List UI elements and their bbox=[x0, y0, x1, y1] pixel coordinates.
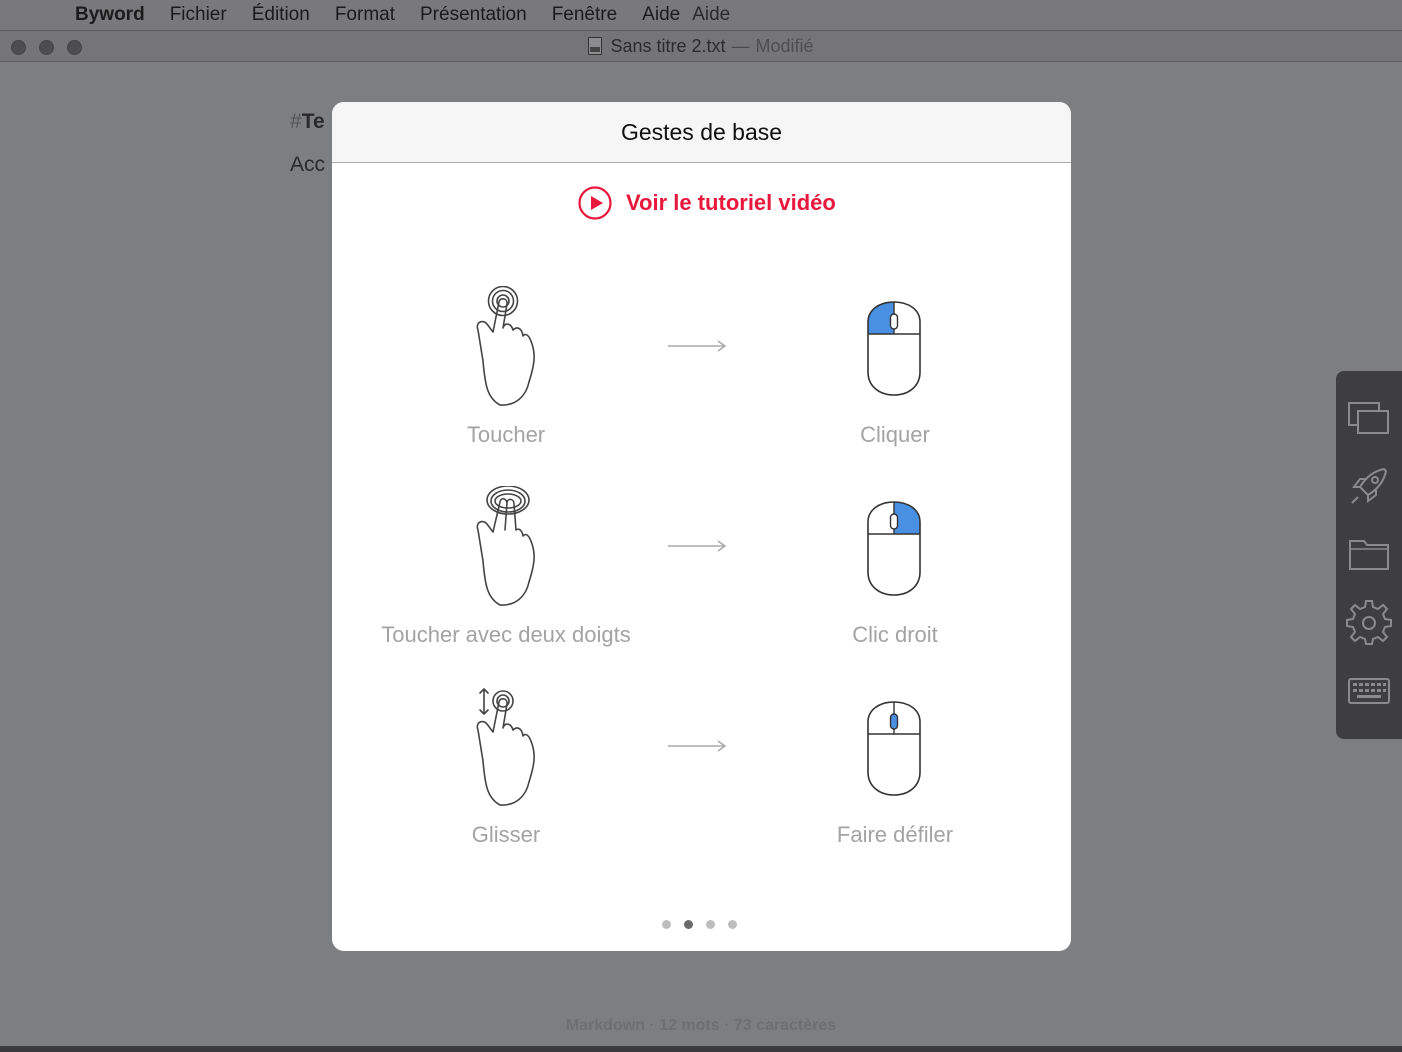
arrow-right-icon bbox=[668, 540, 727, 552]
gesture-label-two-finger-tap: Toucher avec deux doigts bbox=[381, 622, 631, 647]
page-dot-1[interactable] bbox=[662, 920, 671, 929]
editor-line-heading[interactable]: #Te bbox=[290, 110, 325, 134]
gesture-label-right-click: Clic droit bbox=[852, 622, 938, 647]
one-finger-tap-icon bbox=[476, 286, 535, 406]
window-title-separator: — bbox=[731, 36, 750, 56]
page-indicator bbox=[662, 920, 750, 929]
mouse-left-click-icon bbox=[867, 301, 921, 396]
video-tutorial-link[interactable]: Voir le tutoriel vidéo bbox=[578, 186, 836, 220]
document-statusbar: Markdown · 12 mots · 73 caractères bbox=[565, 1017, 837, 1034]
mouse-scroll-icon bbox=[867, 701, 921, 796]
gesture-label-scroll: Faire défiler bbox=[836, 822, 954, 847]
page-dot-4[interactable] bbox=[728, 920, 737, 929]
gear-icon[interactable] bbox=[1346, 600, 1392, 646]
menu-edition[interactable]: Édition bbox=[252, 4, 310, 26]
gesture-label-tap: Toucher bbox=[466, 422, 546, 447]
menu-aide[interactable]: Aide bbox=[642, 4, 680, 26]
menu-fichier[interactable]: Fichier bbox=[170, 4, 227, 26]
document-icon bbox=[588, 37, 603, 55]
heading-text: Te bbox=[301, 110, 325, 133]
dialog-header: Gestes de base bbox=[332, 102, 1071, 163]
video-link-label: Voir le tutoriel vidéo bbox=[626, 190, 836, 215]
arrow-right-icon bbox=[668, 740, 727, 752]
gesture-label-swipe: Glisser bbox=[471, 822, 541, 847]
mouse-right-click-icon bbox=[867, 501, 921, 596]
side-panel bbox=[1336, 371, 1402, 739]
menu-fenetre[interactable]: Fenêtre bbox=[552, 4, 617, 26]
window-bottom-edge bbox=[0, 1046, 1402, 1052]
windows-icon[interactable] bbox=[1346, 395, 1392, 441]
gestures-dialog: Gestes de base Voir le tutoriel vidéo To… bbox=[332, 102, 1071, 951]
window-modified-status: Modifié bbox=[755, 36, 814, 56]
menu-app-name[interactable]: Byword bbox=[75, 4, 145, 26]
window-title-text: Sans titre 2.txt bbox=[610, 36, 726, 56]
menu-format[interactable]: Format bbox=[335, 4, 395, 26]
menu-aide-ghost: Aide bbox=[692, 4, 731, 25]
rocket-icon[interactable] bbox=[1346, 463, 1392, 509]
folder-icon[interactable] bbox=[1346, 531, 1392, 577]
menu-presentation[interactable]: Présentation bbox=[420, 4, 527, 26]
window-title: Sans titre 2.txt — Modifié bbox=[0, 36, 1402, 57]
editor-line-body[interactable]: Acc bbox=[290, 153, 325, 177]
arrow-right-icon bbox=[668, 340, 727, 352]
gesture-label-click: Cliquer bbox=[860, 422, 930, 447]
dialog-title: Gestes de base bbox=[620, 118, 783, 145]
menu-bar: Byword Fichier Édition Format Présentati… bbox=[0, 0, 1402, 30]
window-titlebar: Sans titre 2.txt — Modifié bbox=[0, 30, 1402, 62]
play-icon bbox=[578, 186, 612, 220]
two-finger-tap-icon bbox=[476, 486, 535, 606]
keyboard-icon[interactable] bbox=[1346, 669, 1392, 715]
page-dot-2[interactable] bbox=[684, 920, 693, 929]
page-dot-3[interactable] bbox=[706, 920, 715, 929]
markdown-hash: # bbox=[290, 110, 302, 133]
swipe-gesture-icon bbox=[476, 688, 535, 806]
